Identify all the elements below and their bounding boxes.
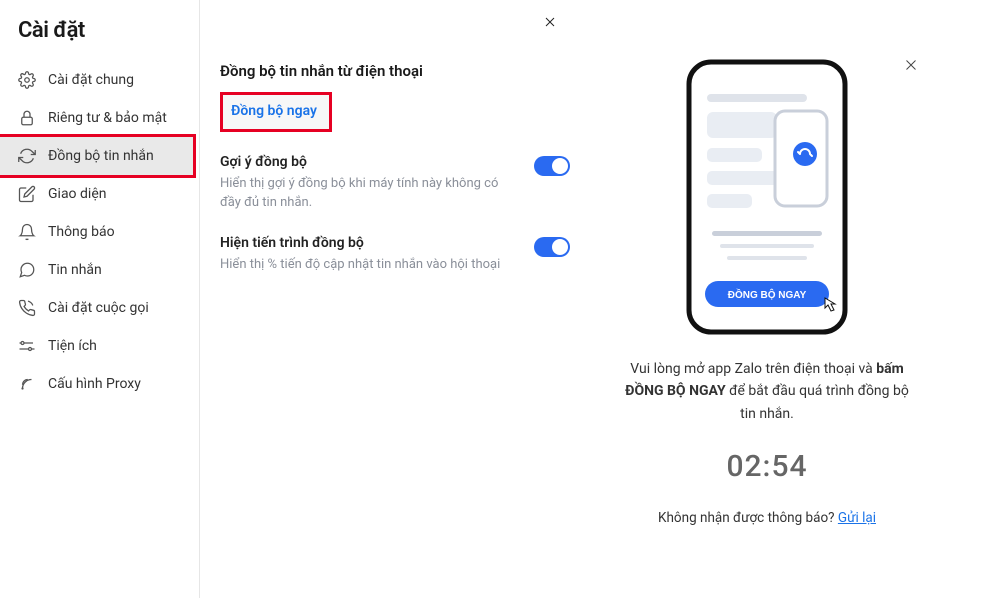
phone-sync-button-label: ĐỒNG BỘ NGAY — [728, 288, 807, 301]
setting-title: Gợi ý đồng bộ — [220, 154, 518, 170]
sidebar-item-label: Cài đặt cuộc gọi — [48, 300, 149, 316]
sync-panel: ĐỒNG BỘ NGAY Vui lòng mở app Zalo trên đ… — [570, 26, 964, 598]
sidebar-item-label: Cài đặt chung — [48, 72, 134, 88]
edit-icon — [18, 185, 36, 203]
sidebar-item-label: Giao diện — [48, 186, 106, 202]
resend-row: Không nhận được thông báo? Gửi lại — [658, 510, 876, 526]
close-settings-button[interactable] — [536, 8, 564, 36]
sidebar-item-sync[interactable]: Đồng bộ tin nhắn — [0, 134, 196, 178]
settings-sidebar: Cài đặt Cài đặt chung Riêng tư & bảo mật… — [0, 0, 200, 598]
sidebar-item-label: Cấu hình Proxy — [48, 376, 141, 392]
setting-title: Hiện tiến trình đồng bộ — [220, 235, 518, 251]
sidebar-item-label: Riêng tư & bảo mật — [48, 110, 167, 126]
sync-icon — [18, 147, 36, 165]
sidebar-item-general[interactable]: Cài đặt chung — [0, 61, 199, 99]
setting-row-suggest: Gợi ý đồng bộ Hiển thị gợi ý đồng bộ khi… — [220, 154, 570, 213]
lock-icon — [18, 109, 36, 127]
countdown-timer: 02:54 — [726, 449, 807, 484]
sidebar-item-messages[interactable]: Tin nhắn — [0, 251, 199, 289]
sidebar-item-notifications[interactable]: Thông báo — [0, 213, 199, 251]
toggle-progress[interactable] — [534, 237, 570, 257]
setting-desc: Hiển thị % tiến độ cập nhật tin nhắn vào… — [220, 256, 518, 275]
phone-icon — [18, 299, 36, 317]
message-icon — [18, 261, 36, 279]
resend-link[interactable]: Gửi lại — [838, 510, 876, 526]
phone-illustration: ĐỒNG BỘ NGAY — [657, 56, 877, 336]
sidebar-item-label: Tin nhắn — [48, 262, 102, 278]
sync-heading: Đồng bộ tin nhắn từ điện thoại — [220, 62, 570, 80]
setting-row-progress: Hiện tiến trình đồng bộ Hiển thị % tiến … — [220, 235, 570, 275]
setting-desc: Hiển thị gợi ý đồng bộ khi máy tính này … — [220, 175, 518, 213]
sidebar-item-proxy[interactable]: Cấu hình Proxy — [0, 365, 199, 403]
close-panel-button[interactable] — [898, 52, 924, 78]
sidebar-item-privacy[interactable]: Riêng tư & bảo mật — [0, 99, 199, 137]
bell-icon — [18, 223, 36, 241]
sync-now-button[interactable]: Đồng bộ ngay — [220, 92, 332, 132]
gear-icon — [18, 71, 36, 89]
sync-instruction: Vui lòng mở app Zalo trên điện thoại và … — [617, 358, 917, 425]
sidebar-item-utilities[interactable]: Tiện ích — [0, 327, 199, 365]
main-content: Đồng bộ tin nhắn từ điện thoại Đồng bộ n… — [200, 0, 994, 598]
toggle-suggest[interactable] — [534, 156, 570, 176]
settings-title: Cài đặt — [0, 18, 199, 61]
sidebar-item-label: Đồng bộ tin nhắn — [48, 148, 154, 164]
satellite-icon — [18, 375, 36, 393]
sidebar-item-label: Thông báo — [48, 224, 115, 240]
sliders-icon — [18, 337, 36, 355]
sync-settings-column: Đồng bộ tin nhắn từ điện thoại Đồng bộ n… — [220, 26, 570, 598]
sidebar-item-display[interactable]: Giao diện — [0, 175, 199, 213]
sidebar-item-calls[interactable]: Cài đặt cuộc gọi — [0, 289, 199, 327]
sidebar-item-label: Tiện ích — [48, 338, 97, 354]
